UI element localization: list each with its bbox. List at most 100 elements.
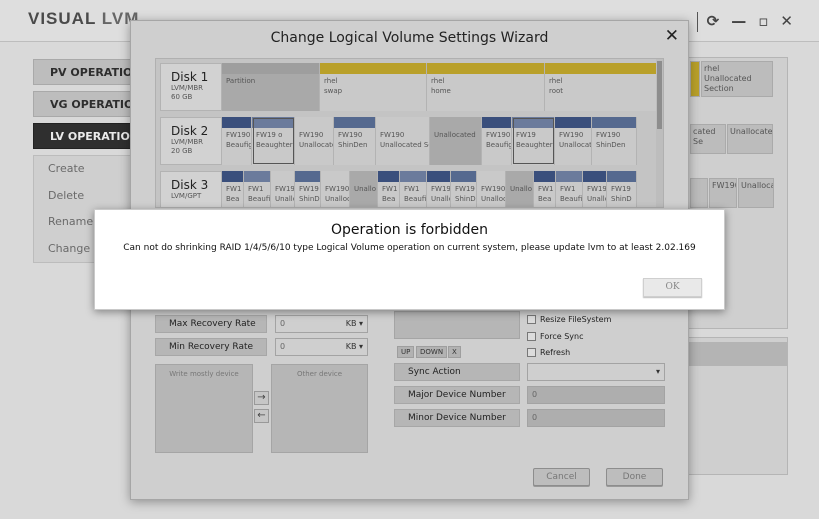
partition-label: FW190 — [380, 131, 405, 139]
move-left-arrow-icon[interactable]: ← — [254, 409, 269, 423]
checkbox-box[interactable] — [527, 315, 536, 324]
write-mostly-device-list[interactable]: Write mostly device — [155, 364, 253, 453]
move-right-arrow-icon[interactable]: → — [254, 391, 269, 405]
resize-filesystem-checkbox[interactable]: Resize FileSystem — [527, 315, 611, 325]
sidebar-vg-operation[interactable]: VG OPERATION — [33, 91, 133, 117]
partition-label: FW19 — [455, 185, 475, 193]
partition-cell[interactable]: rhel home — [427, 63, 545, 111]
partition-cell[interactable]: FW1 Beaufi — [244, 171, 271, 207]
down-button[interactable]: DOWN — [416, 346, 448, 358]
partition-cell[interactable]: FW190 Beaufig — [482, 117, 512, 165]
partition-cell[interactable]: FW190 Beaufig — [222, 117, 252, 165]
partition-sublabel: Bea — [382, 195, 396, 203]
partition-label: cated Se — [693, 127, 716, 146]
max-recovery-rate-input[interactable]: 0 KB ▾ — [275, 315, 368, 333]
partition-cell[interactable]: FW1 Beaufi — [400, 171, 427, 207]
disk-list-scrollbar[interactable] — [656, 59, 663, 207]
up-button[interactable]: UP — [397, 346, 415, 358]
partition-color-bar — [400, 171, 426, 182]
remove-button[interactable]: X — [448, 346, 461, 358]
partition-cell[interactable]: FW19 Unallc — [427, 171, 451, 207]
major-device-number-input[interactable]: 0 — [527, 386, 665, 404]
partition-color-bar — [222, 171, 243, 182]
partition-cell[interactable]: Unallo — [350, 171, 378, 207]
partition-cell[interactable]: FW190 Unallocate — [295, 117, 334, 165]
partition-cell[interactable]: FW19 Beaughter — [512, 117, 555, 165]
partition-cell[interactable]: rhel root — [545, 63, 657, 111]
partition-cell[interactable]: Unallo — [506, 171, 534, 207]
sync-action-label: Sync Action — [394, 363, 520, 381]
disk-row[interactable]: Disk 1 LVM/MBR 60 GB Partition rhel swap rhel h… — [160, 63, 657, 111]
partition-cell[interactable]: Partition — [222, 63, 320, 111]
done-button[interactable]: Done — [606, 468, 663, 486]
mirror-device-list[interactable] — [394, 311, 520, 339]
refresh-checkbox[interactable]: Refresh — [527, 348, 570, 358]
partition-cell[interactable]: FW190 Unalloca — [321, 171, 350, 207]
partition-cell[interactable]: FW190 Unallocate — [555, 117, 592, 165]
wizard-close-icon[interactable]: ✕ — [665, 26, 679, 46]
partition-color-bar — [427, 63, 544, 74]
partition-cell[interactable]: FW1901 — [709, 178, 737, 208]
partition-cell[interactable]: FW1 Bea — [222, 171, 244, 207]
lv-delete-item[interactable]: Delete — [34, 183, 132, 210]
partition-color-bar — [295, 117, 333, 128]
partition-cell[interactable]: rhel Unallocated Section — [701, 61, 773, 97]
partition-cell[interactable]: FW1 Bea — [378, 171, 400, 207]
partition-cell[interactable]: FW190 Unalloc — [477, 171, 506, 207]
sidebar-lv-operation[interactable]: LV OPERATION — [33, 123, 133, 149]
maximize-icon[interactable]: ▫ — [758, 12, 768, 30]
cancel-button[interactable]: Cancel — [533, 468, 590, 486]
partition-cell[interactable]: FW190 ShinDen — [592, 117, 637, 165]
partition-label: FW190 — [481, 185, 505, 193]
partition-cell[interactable]: FW19 ShinD — [451, 171, 477, 207]
partition-label: Unallocat — [741, 181, 773, 190]
checkbox-box[interactable] — [527, 332, 536, 341]
min-recovery-unit-select[interactable]: KB ▾ — [346, 339, 363, 355]
chevron-down-icon[interactable]: ▾ — [656, 364, 660, 380]
checkbox-box[interactable] — [527, 348, 536, 357]
disk-type: LVM/MBR — [171, 84, 204, 92]
partition-cell[interactable]: FW19 o Beaughter — [252, 117, 295, 165]
minor-device-number-input[interactable]: 0 — [527, 409, 665, 427]
partition-label: FW190 — [559, 131, 584, 139]
partition-label: Partition — [226, 77, 256, 85]
partition-cell[interactable] — [690, 178, 708, 208]
close-icon[interactable]: ✕ — [780, 12, 793, 30]
partition-cell[interactable]: FW1 Beaufi — [556, 171, 583, 207]
partition-cell[interactable]: Unallocated — [727, 124, 773, 154]
lv-create-item[interactable]: Create — [34, 156, 132, 183]
partition-cell[interactable]: Unallocat — [738, 178, 774, 208]
partition-sublabel: Unallocated Sec — [380, 141, 429, 149]
partition-cell[interactable]: Unallocated — [430, 117, 482, 165]
partition-cell[interactable]: FW19 Unallc — [583, 171, 607, 207]
minimize-icon[interactable]: — — [731, 12, 746, 30]
max-recovery-unit-select[interactable]: KB ▾ — [346, 316, 363, 332]
partition-cell[interactable]: rhel swap — [320, 63, 427, 111]
disk-row[interactable]: Disk 3LVM/GPTFW1BeaFW1BeaufiFW19UnallcFW… — [160, 171, 657, 207]
ok-button[interactable]: OK — [643, 278, 702, 297]
disk-row[interactable]: Disk 2 LVM/MBR 20 GB FW190 Beaufig FW19 o Beau… — [160, 117, 657, 165]
min-recovery-rate-input[interactable]: 0 KB ▾ — [275, 338, 368, 356]
partition-cell[interactable]: FW1 Bea — [534, 171, 556, 207]
partition-cell[interactable]: FW19 Unallc — [271, 171, 295, 207]
force-sync-checkbox[interactable]: Force Sync — [527, 332, 583, 342]
partition-label: rhel — [431, 77, 445, 85]
other-device-list[interactable]: Other device — [271, 364, 368, 453]
refresh-icon[interactable]: ⟳ — [707, 12, 720, 30]
sidebar-pv-operation[interactable]: PV OPERATION — [33, 59, 133, 85]
partition-label: Unallo — [354, 185, 377, 193]
partition-strip: Partition rhel swap rhel home rhel root — [222, 63, 657, 111]
sync-action-select[interactable]: ▾ — [527, 363, 665, 381]
partition-cell[interactable]: cated Se — [690, 124, 726, 154]
partition-color-bar — [244, 171, 270, 182]
partition-sublabel: Beaufig — [486, 141, 511, 149]
partition-sublabel: Beaufi — [560, 195, 582, 203]
partition-cell[interactable]: FW190 Unallocated Sec — [376, 117, 430, 165]
disk-type: LVM/GPT — [171, 192, 202, 200]
partition-label: FW19 o — [256, 131, 283, 139]
partition-color-bar — [295, 171, 320, 182]
partition-cell[interactable]: FW190 ShinDen — [334, 117, 376, 165]
partition-cell[interactable] — [690, 61, 700, 97]
partition-cell[interactable]: FW19 ShinD — [607, 171, 637, 207]
partition-cell[interactable]: FW19 ShinD — [295, 171, 321, 207]
